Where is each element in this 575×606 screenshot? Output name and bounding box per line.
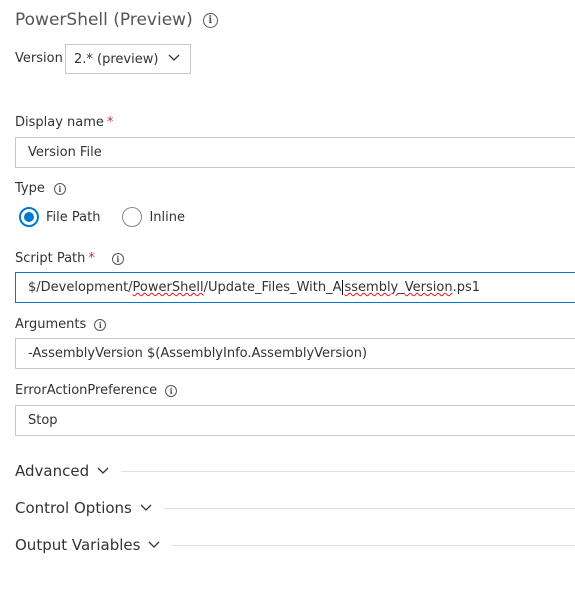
info-icon[interactable]: i [202, 12, 218, 28]
section-control-options-label: Control Options [15, 499, 132, 517]
radio-button-checked[interactable] [19, 207, 39, 227]
path-part: .ps1 [452, 280, 480, 295]
chevron-down-icon [140, 504, 152, 511]
section-advanced-label: Advanced [15, 462, 90, 480]
section-divider [163, 507, 575, 509]
error-action-select[interactable]: Stop [15, 405, 575, 436]
path-part-misspelled: ssembly [344, 280, 399, 295]
script-path-label-text: Script Path [15, 251, 86, 266]
path-part-misspelled: PowerShell [132, 280, 204, 295]
task-title: PowerShell (Preview) i [15, 10, 218, 30]
script-path-label: Script Path * i [15, 251, 124, 266]
section-output-variables-label: Output Variables [15, 536, 141, 554]
radio-file-path-label: File Path [46, 209, 101, 225]
arguments-label-text: Arguments [15, 317, 87, 332]
task-title-text: PowerShell (Preview) [15, 10, 193, 30]
path-part-misspelled: Version [404, 280, 453, 295]
info-icon[interactable]: i [111, 252, 124, 265]
radio-inline[interactable]: Inline [122, 207, 185, 227]
display-name-label: Display name * [15, 115, 113, 130]
section-advanced[interactable]: Advanced [15, 462, 575, 480]
required-marker: * [106, 115, 114, 130]
type-label: Type i [15, 181, 66, 196]
radio-button-unchecked[interactable] [122, 207, 143, 227]
arguments-label: Arguments i [15, 317, 107, 332]
radio-file-path[interactable]: File Path [19, 207, 100, 227]
info-icon[interactable]: i [165, 384, 178, 397]
chevron-down-icon [168, 54, 180, 61]
chevron-down-icon [97, 467, 109, 474]
path-part: $/Development/ [28, 280, 133, 295]
radio-inline-label: Inline [149, 209, 185, 225]
version-label: Version [15, 51, 63, 66]
type-label-text: Type [15, 181, 45, 196]
section-control-options[interactable]: Control Options [15, 499, 575, 517]
section-output-variables[interactable]: Output Variables [15, 536, 575, 554]
display-name-value: Version File [28, 145, 102, 160]
error-action-label-text: ErrorActionPreference [15, 383, 158, 398]
version-select[interactable]: 2.* (preview) [65, 44, 191, 74]
section-divider [172, 544, 575, 546]
info-icon[interactable]: i [53, 182, 66, 195]
error-action-value: Stop [28, 413, 58, 428]
chevron-down-icon [148, 541, 160, 548]
script-path-value: $/Development/PowerShell/Update_Files_Wi… [28, 280, 480, 295]
section-divider [121, 470, 575, 472]
version-select-value: 2.* (preview) [74, 51, 159, 67]
path-part: /Update_Files_With_A [203, 280, 342, 295]
display-name-input[interactable]: Version File [15, 137, 575, 168]
arguments-value: -AssemblyVersion $(AssemblyInfo.Assembly… [28, 346, 368, 361]
error-action-label: ErrorActionPreference i [15, 383, 178, 398]
arguments-input[interactable]: -AssemblyVersion $(AssemblyInfo.Assembly… [15, 338, 575, 369]
type-radio-group: File Path Inline [19, 207, 205, 227]
display-name-label-text: Display name [15, 115, 104, 130]
script-path-input[interactable]: $/Development/PowerShell/Update_Files_Wi… [15, 272, 575, 303]
required-marker: * [88, 251, 95, 266]
info-icon[interactable]: i [94, 318, 107, 331]
